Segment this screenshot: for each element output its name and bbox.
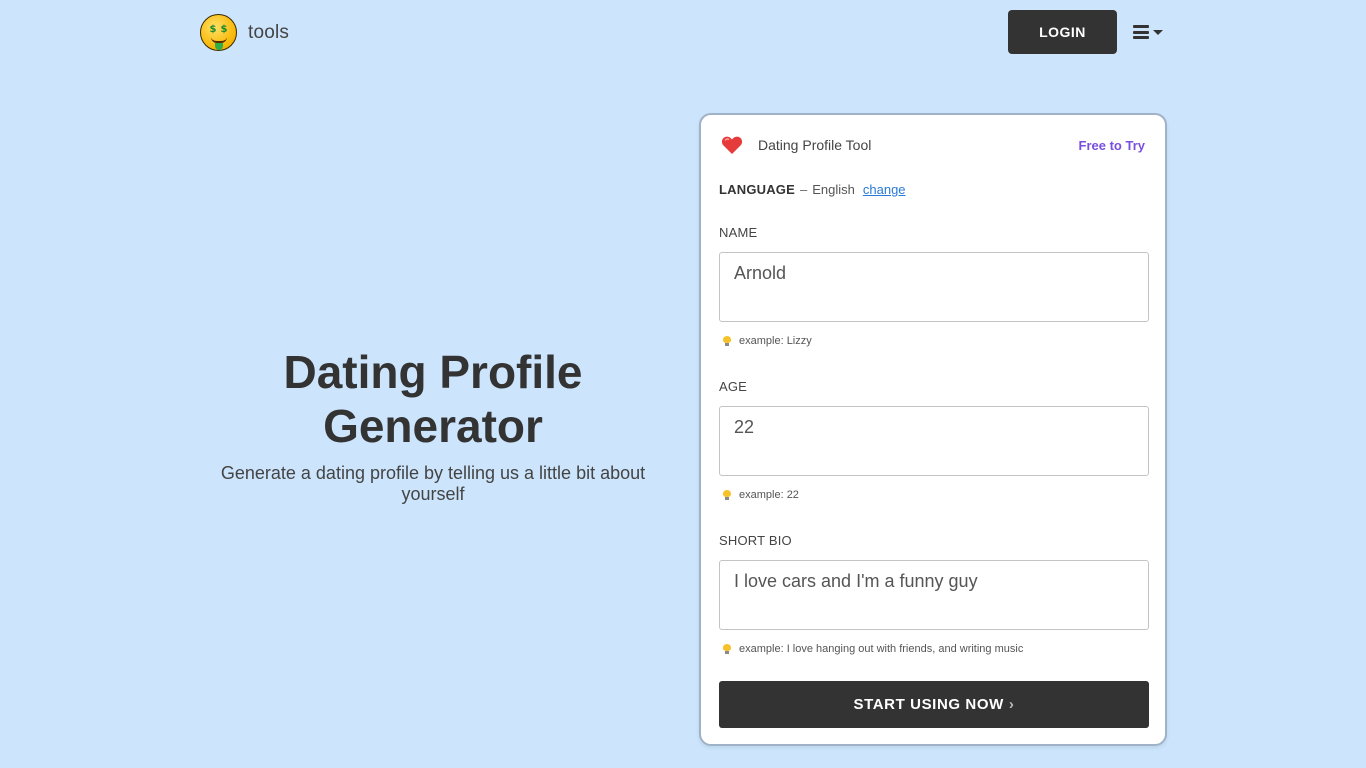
- language-value: English: [812, 182, 855, 197]
- language-change-link[interactable]: change: [863, 182, 906, 197]
- menu-dropdown-button[interactable]: [1133, 22, 1167, 42]
- chevron-right-icon: ›: [1008, 696, 1015, 713]
- hamburger-menu-icon: [1133, 25, 1149, 39]
- tool-card: Dating Profile Tool Free to Try LANGUAGE…: [699, 113, 1167, 746]
- page-title-line1: Dating Profile: [283, 346, 583, 398]
- page-subtitle: Generate a dating profile by telling us …: [220, 463, 646, 504]
- short-bio-hint: example: I love hanging out with friends…: [723, 643, 1023, 655]
- heart-icon: [721, 136, 743, 154]
- page-title: Dating Profile Generator: [200, 345, 666, 453]
- name-field[interactable]: Arnold: [719, 252, 1149, 322]
- short-bio-label: SHORT BIO: [719, 533, 792, 548]
- age-label: AGE: [719, 379, 748, 394]
- lightbulb-icon: [723, 643, 731, 655]
- hero-section: Dating Profile Generator Generate a dati…: [200, 345, 666, 505]
- logo-link[interactable]: $ $ tools: [200, 14, 289, 51]
- tool-name: Dating Profile Tool: [758, 137, 872, 153]
- language-separator: –: [800, 182, 808, 197]
- lightbulb-icon: [723, 489, 731, 501]
- logo-text: tools: [248, 21, 290, 43]
- short-bio-hint-text: example: I love hanging out with friends…: [739, 643, 1024, 655]
- language-row: LANGUAGE – English change: [719, 182, 906, 197]
- short-bio-field[interactable]: I love cars and I'm a funny guy: [719, 560, 1149, 630]
- page-title-line2: Generator: [323, 400, 543, 452]
- age-hint: example: 22: [723, 489, 799, 501]
- login-button[interactable]: LOGIN: [1008, 10, 1117, 54]
- age-hint-text: example: 22: [739, 489, 799, 501]
- start-button-label: START USING NOW: [853, 696, 1004, 713]
- start-using-now-button[interactable]: START USING NOW ›: [719, 681, 1149, 728]
- lightbulb-icon: [723, 335, 731, 347]
- name-hint-text: example: Lizzy: [739, 335, 812, 347]
- card-header: Dating Profile Tool Free to Try: [721, 135, 1145, 155]
- free-to-try-badge: Free to Try: [1078, 137, 1145, 153]
- language-label: LANGUAGE: [719, 182, 795, 197]
- age-field[interactable]: 22: [719, 406, 1149, 476]
- caret-down-icon: [1153, 29, 1163, 35]
- money-mouth-face-icon: $ $: [200, 14, 237, 51]
- name-label: NAME: [719, 225, 758, 240]
- name-hint: example: Lizzy: [723, 335, 812, 347]
